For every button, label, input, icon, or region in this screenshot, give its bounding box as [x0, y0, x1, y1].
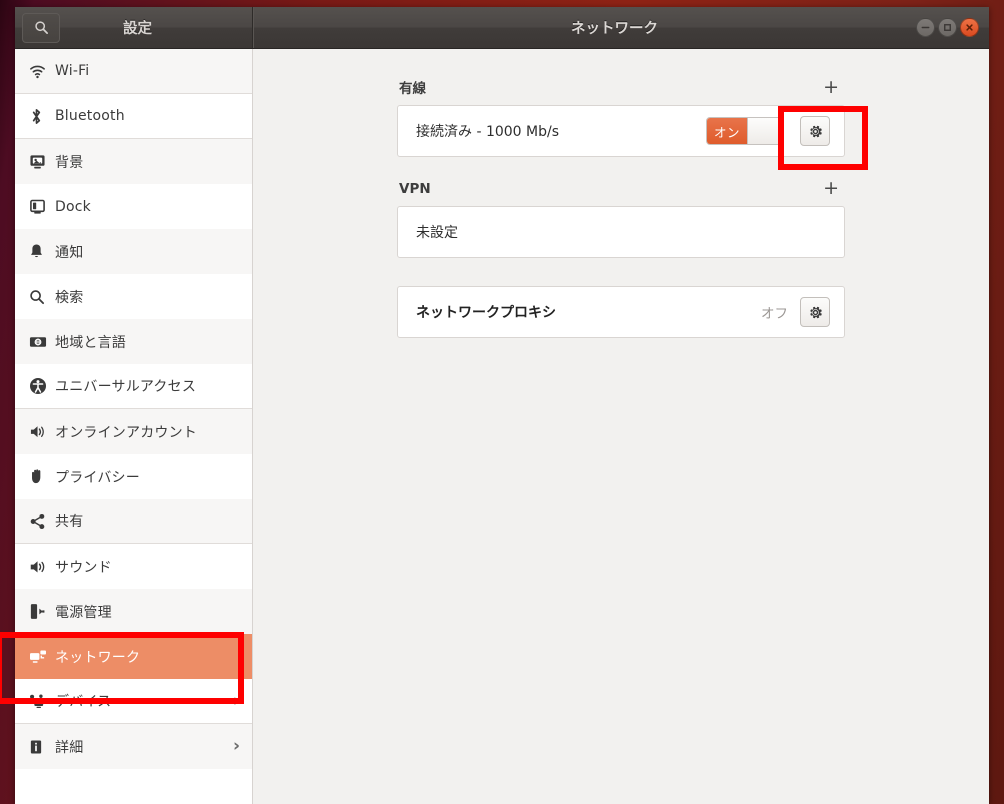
sidebar-item-dock[interactable]: Dock — [15, 184, 252, 229]
sidebar-item-wifi[interactable]: Wi-Fi — [15, 49, 252, 94]
sidebar-label: 詳細 — [55, 739, 84, 756]
sidebar-label: 通知 — [55, 244, 84, 261]
sidebar-label: Wi-Fi — [55, 63, 90, 79]
info-icon — [29, 739, 55, 755]
sidebar-item-power[interactable]: 電源管理 — [15, 589, 252, 634]
sidebar-item-search[interactable]: 検索 — [15, 274, 252, 319]
sidebar-item-devices[interactable]: デバイス › — [15, 679, 252, 724]
add-vpn-button[interactable]: + — [819, 179, 843, 198]
network-icon — [29, 649, 55, 665]
vpn-empty-label: 未設定 — [416, 225, 458, 241]
sound-speaker-icon — [29, 559, 55, 575]
proxy-label: ネットワークプロキシ — [416, 305, 556, 321]
universal-access-icon — [29, 377, 55, 395]
proxy-status: オフ — [761, 306, 788, 322]
sidebar-item-notifications[interactable]: 通知 — [15, 229, 252, 274]
wired-toggle-knob — [747, 118, 783, 144]
sidebar-item-sound[interactable]: サウンド — [15, 544, 252, 589]
sidebar-label: 検索 — [55, 289, 84, 306]
sidebar-item-privacy[interactable]: プライバシー — [15, 454, 252, 499]
gear-icon — [808, 305, 823, 320]
maximize-button[interactable] — [938, 18, 957, 37]
sidebar-item-network[interactable]: ネットワーク — [15, 634, 252, 679]
settings-sidebar: Wi-Fi Bluetooth 背景 Dock 通知 検索 地域と言語 ユニバー… — [15, 49, 253, 804]
sidebar-item-universal-access[interactable]: ユニバーサルアクセス — [15, 364, 252, 409]
proxy-row[interactable]: ネットワークプロキシ オフ — [398, 287, 844, 337]
settings-content: 有線 + 接続済み - 1000 Mb/s オン VPN + 未設定 ネットワー… — [397, 77, 845, 338]
sidebar-label: 電源管理 — [55, 604, 112, 621]
chevron-right-icon: › — [232, 690, 240, 711]
wired-title: 有線 — [399, 81, 426, 97]
wifi-icon — [29, 63, 55, 80]
sidebar-label: ユニバーサルアクセス — [55, 379, 197, 395]
vpn-card: 未設定 — [397, 206, 845, 258]
sidebar-item-sharing[interactable]: 共有 — [15, 499, 252, 544]
vpn-section-header: VPN + — [397, 179, 845, 198]
sidebar-label: 背景 — [55, 154, 84, 171]
chevron-right-icon: › — [232, 736, 240, 756]
wired-toggle[interactable]: オン — [706, 117, 784, 145]
bell-icon — [29, 243, 55, 260]
sidebar-label: デバイス — [55, 694, 112, 710]
sidebar-label: ネットワーク — [55, 649, 141, 666]
sidebar-label: プライバシー — [55, 469, 140, 486]
sidebar-item-background[interactable]: 背景 — [15, 139, 252, 184]
sidebar-item-bluetooth[interactable]: Bluetooth — [15, 94, 252, 139]
add-wired-button[interactable]: + — [819, 77, 843, 97]
wired-card: 接続済み - 1000 Mb/s オン — [397, 105, 845, 157]
sidebar-item-online-accounts[interactable]: オンラインアカウント — [15, 409, 252, 454]
sidebar-item-region-language[interactable]: 地域と言語 — [15, 319, 252, 364]
search-icon — [29, 289, 55, 305]
minimize-button[interactable] — [916, 18, 935, 37]
close-button[interactable] — [960, 18, 979, 37]
power-icon — [29, 603, 55, 620]
region-language-icon — [29, 335, 55, 349]
proxy-card: ネットワークプロキシ オフ — [397, 286, 845, 338]
network-settings-panel: 有線 + 接続済み - 1000 Mb/s オン VPN + 未設定 ネットワー… — [253, 49, 989, 804]
window-titlebar: 設定 ネットワーク — [15, 7, 989, 49]
search-button[interactable] — [22, 12, 60, 43]
sidebar-label: 地域と言語 — [55, 334, 126, 351]
settings-window: 設定 ネットワーク Wi-Fi Bluetooth 背景 Dock 通知 検索 … — [15, 7, 989, 804]
vpn-empty-row: 未設定 — [398, 207, 844, 257]
titlebar-left-pane: 設定 — [15, 7, 253, 48]
wired-connection-label: 接続済み - 1000 Mb/s — [416, 124, 560, 140]
proxy-settings-button[interactable] — [800, 297, 830, 327]
gear-icon — [808, 124, 823, 139]
devices-icon — [29, 693, 55, 709]
background-icon — [29, 154, 55, 170]
window-controls — [916, 18, 989, 37]
sharing-icon — [29, 513, 55, 530]
sidebar-item-details[interactable]: 詳細 › — [15, 724, 252, 769]
search-icon — [34, 20, 49, 35]
desktop-background: 設定 ネットワーク Wi-Fi Bluetooth 背景 Dock 通知 検索 … — [0, 0, 1004, 804]
privacy-hand-icon — [29, 468, 55, 485]
sidebar-label: Bluetooth — [55, 108, 125, 124]
online-accounts-icon — [29, 424, 55, 440]
app-title: 設定 — [123, 21, 152, 37]
wired-toggle-on-label: オン — [707, 118, 747, 144]
sidebar-label: 共有 — [55, 514, 84, 530]
dock-icon — [29, 199, 55, 215]
bluetooth-icon — [29, 108, 55, 125]
sidebar-label: サウンド — [55, 559, 112, 576]
sidebar-label: オンラインアカウント — [55, 424, 197, 441]
wired-connection-row[interactable]: 接続済み - 1000 Mb/s オン — [398, 106, 844, 156]
wired-section-header: 有線 + — [397, 77, 845, 97]
vpn-title: VPN — [399, 180, 431, 197]
page-title: ネットワーク — [571, 21, 658, 37]
window-body: Wi-Fi Bluetooth 背景 Dock 通知 検索 地域と言語 ユニバー… — [15, 49, 989, 804]
sidebar-label: Dock — [55, 198, 91, 215]
wired-settings-button[interactable] — [800, 116, 830, 146]
